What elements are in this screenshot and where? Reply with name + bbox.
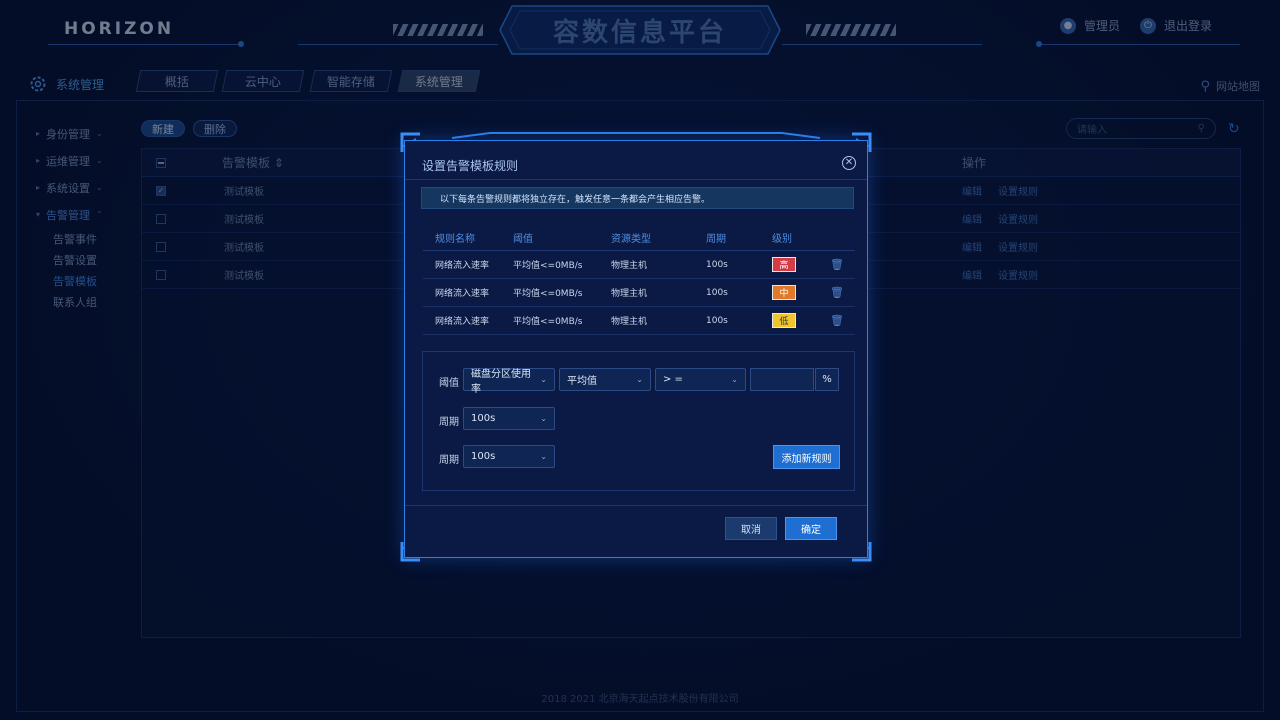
rule-period: 100s — [706, 259, 728, 270]
col-resource: 资源类型 — [611, 234, 651, 245]
period-value: 100s — [471, 451, 496, 462]
level-badge: 高 — [772, 257, 796, 272]
rule-threshold: 平均值<=0MB/s — [513, 289, 583, 299]
rules-table: 规则名称 阈值 资源类型 周期 级别 网络流入速率 平均值<=0MB/s 物理主… — [423, 225, 855, 335]
aggregate-value: 平均值 — [567, 376, 597, 387]
level-badge: 低 — [772, 313, 796, 328]
metric-value: 磁盘分区使用率 — [471, 368, 531, 395]
rule-resource: 物理主机 — [611, 317, 648, 327]
rule-resource: 物理主机 — [611, 261, 648, 271]
cancel-button[interactable]: 取消 — [725, 517, 777, 540]
rule-threshold: 平均值<=0MB/s — [513, 317, 583, 327]
chevron-down-icon: ⌄ — [731, 375, 738, 384]
trash-icon[interactable]: 🗑 — [830, 314, 854, 327]
operator-select[interactable]: > = ⌄ — [655, 368, 746, 391]
aggregate-select[interactable]: 平均值 ⌄ — [559, 368, 651, 391]
rule-name: 网络流入速率 — [435, 317, 490, 327]
new-rule-form: 阈值 磁盘分区使用率 ⌄ 平均值 ⌄ > = ⌄ % 周期 100s ⌄ 周期 — [422, 351, 855, 491]
threshold-value-input[interactable] — [750, 368, 814, 391]
chevron-down-icon: ⌄ — [540, 375, 547, 384]
close-icon[interactable]: ✕ — [842, 156, 856, 170]
rule-period: 100s — [706, 287, 728, 298]
rule-resource: 物理主机 — [611, 289, 648, 299]
col-level: 级别 — [772, 234, 792, 245]
period-select[interactable]: 100s ⌄ — [463, 407, 555, 430]
unit-label: % — [815, 368, 839, 391]
col-period: 周期 — [706, 234, 726, 245]
level-badge: 中 — [772, 285, 796, 300]
trash-icon[interactable]: 🗑 — [830, 258, 854, 271]
dialog-title: 设置告警模板规则 — [422, 159, 519, 173]
rule-period: 100s — [706, 315, 728, 326]
chevron-down-icon: ⌄ — [540, 414, 547, 423]
rule-name: 网络流入速率 — [435, 289, 490, 299]
period-select[interactable]: 100s ⌄ — [463, 445, 555, 468]
chevron-down-icon: ⌄ — [540, 452, 547, 461]
alarm-rule-dialog: 设置告警模板规则 ✕ 以下每条告警规则都将独立存在，触发任意一条都会产生相应告警… — [404, 140, 868, 558]
rule-name: 网络流入速率 — [435, 261, 490, 271]
period-value: 100s — [471, 413, 496, 424]
rule-row: 网络流入速率 平均值<=0MB/s 物理主机 100s 低 🗑 — [423, 307, 855, 335]
divider — [405, 179, 867, 180]
threshold-label: 阈值 — [439, 378, 459, 389]
app-screen: HORIZON 容数信息平台 ● 管理员 ⏻ 退出登录 系统管理 概括 云中心 … — [0, 0, 1280, 720]
operator-value: > = — [663, 374, 683, 385]
metric-select[interactable]: 磁盘分区使用率 ⌄ — [463, 368, 555, 395]
col-rule-name: 规则名称 — [435, 234, 475, 245]
rule-row: 网络流入速率 平均值<=0MB/s 物理主机 100s 中 🗑 — [423, 279, 855, 307]
period-label: 周期 — [439, 455, 459, 466]
rule-row: 网络流入速率 平均值<=0MB/s 物理主机 100s 高 🗑 — [423, 251, 855, 279]
confirm-button[interactable]: 确定 — [785, 517, 837, 540]
rules-header: 规则名称 阈值 资源类型 周期 级别 — [423, 225, 855, 251]
period-label: 周期 — [439, 417, 459, 428]
trash-icon[interactable]: 🗑 — [830, 286, 854, 299]
chevron-down-icon: ⌄ — [636, 375, 643, 384]
notice-banner: 以下每条告警规则都将独立存在，触发任意一条都会产生相应告警。 — [421, 187, 854, 209]
divider — [405, 505, 867, 506]
add-rule-button[interactable]: 添加新规则 — [773, 445, 840, 469]
col-threshold: 阈值 — [513, 234, 533, 245]
rule-threshold: 平均值<=0MB/s — [513, 261, 583, 271]
